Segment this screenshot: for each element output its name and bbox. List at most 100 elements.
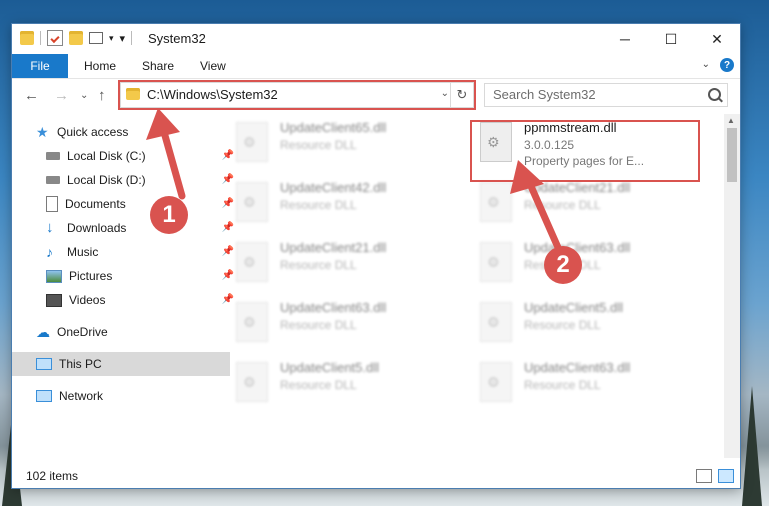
sidebar-item-music[interactable]: ♪ Music 📌 [12,240,240,264]
toolbar-separator [40,31,41,45]
sidebar-item-documents[interactable]: Documents 📌 [12,192,240,216]
search-icon [708,88,721,101]
sidebar-item-network[interactable]: Network [12,384,230,408]
sidebar-item-label: Videos [69,293,106,307]
file-highlight-box [470,120,700,182]
dll-file-icon [480,242,512,282]
refresh-button[interactable]: ↻ [450,83,473,107]
sidebar-item-downloads[interactable]: ↓ Downloads 📌 [12,216,240,240]
search-input[interactable]: Search System32 [493,87,596,102]
minimize-button[interactable]: ─ [602,24,648,54]
music-icon: ♪ [46,244,53,260]
properties-icon[interactable] [47,30,63,46]
sidebar-item-label: Downloads [67,221,127,235]
dll-file-icon [480,182,512,222]
sidebar-item-label: Pictures [69,269,113,283]
file-item[interactable]: UpdateClient65.dll Resource DLL [228,116,448,168]
sidebar-item-local-disk-d[interactable]: Local Disk (D:) 📌 [12,168,240,192]
forward-button[interactable]: → [54,87,69,104]
back-button[interactable]: ← [24,87,39,104]
tab-file[interactable]: File [12,54,68,78]
file-item[interactable]: UpdateClient21.dll Resource DLL [228,236,448,288]
help-icon[interactable]: ? [720,58,734,72]
file-type: Resource DLL [280,378,357,392]
tab-home[interactable]: Home [84,54,116,78]
file-name: UpdateClient63.dll [524,360,631,375]
file-item[interactable]: UpdateClient63.dll Resource DLL [472,236,692,288]
search-box[interactable]: Search System32 [484,83,728,107]
sidebar-item-label: Music [67,245,99,259]
file-item[interactable]: UpdateClient42.dll Resource DLL [228,176,448,228]
file-item[interactable]: UpdateClient63.dll Resource DLL [228,296,448,348]
sidebar-item-this-pc[interactable]: This PC [12,352,230,376]
close-button[interactable]: ✕ [694,24,740,54]
folder-icon [126,88,140,100]
file-type: Resource DLL [524,198,601,212]
expand-ribbon-icon[interactable]: ⌄ [702,59,710,70]
file-type: Resource DLL [524,318,601,332]
scroll-thumb[interactable] [727,128,737,182]
sidebar-item-quick-access[interactable]: ★ Quick access [12,120,230,144]
network-icon [36,390,52,402]
tab-share[interactable]: Share [142,54,174,78]
tab-view[interactable]: View [200,54,226,78]
explorer-window: ▾ ▾ System32 ─ ☐ ✕ File Home Share View … [12,24,740,488]
address-bar[interactable]: C:\Windows\System32 ⌄ ↻ [120,82,474,108]
sidebar-item-local-disk-c[interactable]: Local Disk (C:) 📌 [12,144,240,168]
scroll-up-icon[interactable]: ▲ [727,116,735,125]
tiles-view-icon[interactable] [718,469,734,483]
dll-file-icon [236,242,268,282]
address-path: C:\Windows\System32 [147,87,278,102]
dll-file-icon [236,122,268,162]
file-type: Resource DLL [524,378,601,392]
download-icon: ↓ [46,219,54,236]
sidebar-item-label: OneDrive [57,325,108,339]
folder-icon [20,31,34,45]
file-item[interactable]: UpdateClient63.dll Resource DLL [472,356,692,408]
qat-dropdown-icon[interactable]: ▾ [109,33,114,44]
sidebar-item-pictures[interactable]: Pictures 📌 [12,264,240,288]
customize-icon[interactable] [89,32,103,44]
drive-icon [46,152,60,160]
file-name: UpdateClient21.dll [280,240,387,255]
status-bar: 102 items [12,462,740,488]
recent-locations-icon[interactable]: ⌄ [80,90,88,101]
toolbar-separator [131,31,133,45]
file-item[interactable]: UpdateClient21.dll Resource DLL [472,176,692,228]
file-type: Resource DLL [280,318,357,332]
qat-menu-icon[interactable]: ▾ [120,32,126,45]
sidebar-item-label: Local Disk (C:) [67,149,146,163]
window-controls: ─ ☐ ✕ [602,24,740,54]
item-count: 102 items [26,469,79,483]
file-type: Resource DLL [280,198,357,212]
file-name: UpdateClient5.dll [280,360,380,375]
document-icon [46,196,58,212]
navigation-bar: ← → ⌄ ↑ C:\Windows\System32 ⌄ ↻ Search S… [12,79,740,111]
tree-decoration [742,386,762,506]
dll-file-icon [480,362,512,402]
pictures-icon [46,269,62,283]
drive-icon [46,176,60,184]
sidebar-item-label: Local Disk (D:) [67,173,146,187]
maximize-button[interactable]: ☐ [648,24,694,54]
file-type: Resource DLL [280,138,357,152]
dll-file-icon [236,362,268,402]
file-name: UpdateClient5.dll [524,300,624,315]
step-badge-1: 1 [150,196,188,234]
sidebar-item-label: Documents [65,197,126,211]
file-item[interactable]: UpdateClient5.dll Resource DLL [228,356,448,408]
vertical-scrollbar[interactable]: ▲ [724,114,740,458]
sidebar-item-onedrive[interactable]: ☁ OneDrive [12,320,230,344]
new-folder-icon[interactable] [69,31,83,45]
sidebar-item-videos[interactable]: Videos 📌 [12,288,240,312]
computer-icon [36,358,52,370]
details-view-icon[interactable] [696,469,712,483]
file-type: Resource DLL [280,258,357,272]
window-title: System32 [148,31,206,46]
file-name: UpdateClient42.dll [280,180,387,195]
up-button[interactable]: ↑ [98,87,106,104]
address-dropdown-icon[interactable]: ⌄ [441,88,449,99]
ribbon-tabs: File Home Share View ⌄ ? [12,54,740,79]
file-item[interactable]: UpdateClient5.dll Resource DLL [472,296,692,348]
sidebar-item-label: This PC [59,357,102,371]
